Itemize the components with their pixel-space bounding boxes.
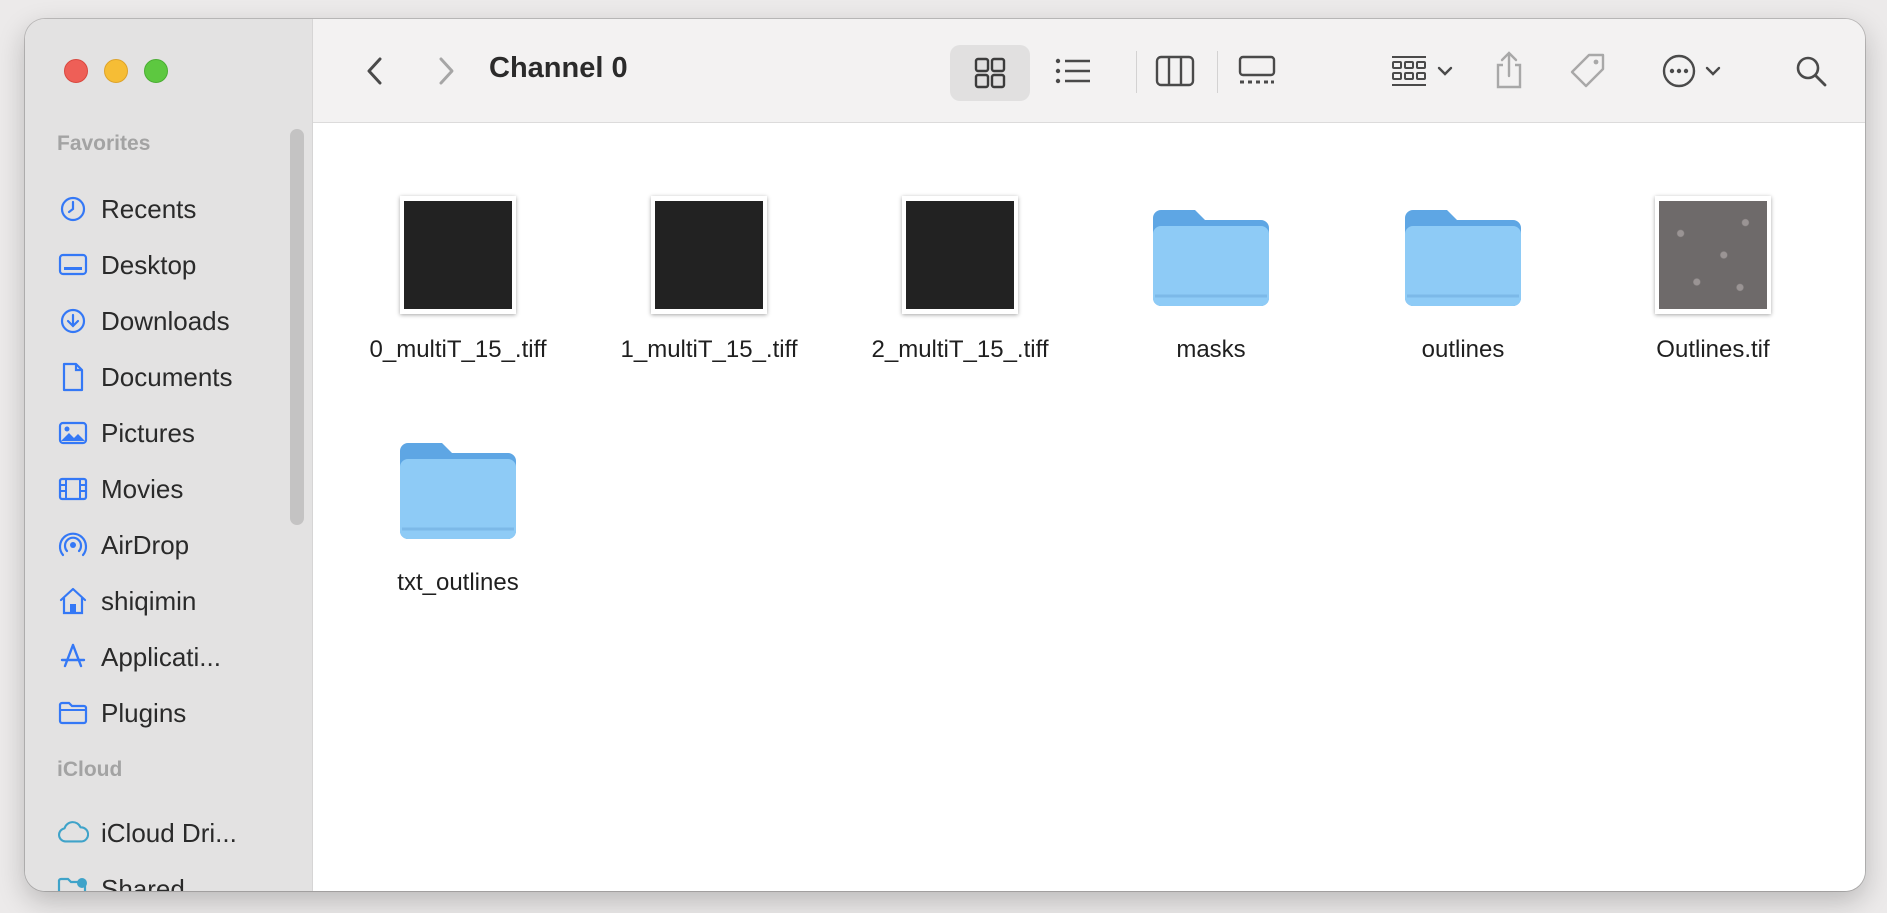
window-title: Channel 0 bbox=[489, 52, 628, 84]
sidebar-item-applications[interactable]: Applicati... bbox=[57, 635, 297, 679]
folder-icon bbox=[57, 697, 89, 729]
close-window-button[interactable] bbox=[64, 59, 88, 83]
sidebar-item-label: Recents bbox=[101, 193, 197, 224]
back-button[interactable] bbox=[355, 53, 395, 93]
image-thumbnail bbox=[400, 196, 516, 314]
image-thumbnail bbox=[1655, 196, 1771, 314]
sidebar-scrollbar[interactable] bbox=[290, 129, 304, 525]
file-item[interactable]: Outlines.tif bbox=[1593, 196, 1833, 366]
chevron-down-icon bbox=[1705, 64, 1721, 82]
image-thumbnail bbox=[902, 196, 1018, 314]
minimize-window-button[interactable] bbox=[104, 59, 128, 83]
sidebar-item-pictures[interactable]: Pictures bbox=[57, 411, 297, 455]
toolbar: Channel 0 bbox=[313, 19, 1865, 123]
file-grid: 0_multiT_15_.tiff 1_multiT_15_.tiff 2_mu… bbox=[313, 123, 1865, 891]
sidebar: Favorites Recents Desktop Downloads Docu… bbox=[25, 19, 313, 891]
grid-view-icon bbox=[970, 53, 1010, 93]
sidebar-item-documents[interactable]: Documents bbox=[57, 355, 297, 399]
sidebar-item-desktop[interactable]: Desktop bbox=[57, 243, 297, 287]
folder-item[interactable]: masks bbox=[1091, 196, 1331, 366]
sidebar-item-shared[interactable]: Shared bbox=[57, 867, 297, 891]
sidebar-item-airdrop[interactable]: AirDrop bbox=[57, 523, 297, 567]
file-name: 1_multiT_15_.tiff bbox=[620, 336, 798, 363]
search-icon bbox=[1794, 54, 1828, 93]
share-icon bbox=[1493, 50, 1525, 95]
tag-icon bbox=[1569, 52, 1607, 95]
sidebar-item-label: Documents bbox=[101, 361, 233, 392]
group-grid-icon bbox=[1389, 54, 1429, 93]
file-name: 2_multiT_15_.tiff bbox=[871, 336, 1049, 363]
applications-icon bbox=[57, 641, 89, 673]
more-actions-button[interactable] bbox=[1653, 53, 1729, 93]
file-name: outlines bbox=[1421, 336, 1505, 363]
folder-icon bbox=[1151, 198, 1271, 310]
search-button[interactable] bbox=[1791, 53, 1831, 93]
column-view-button[interactable] bbox=[1153, 53, 1197, 93]
columns-icon bbox=[1155, 55, 1195, 92]
sidebar-item-label: Pictures bbox=[101, 417, 195, 448]
sidebar-item-plugins[interactable]: Plugins bbox=[57, 691, 297, 735]
gallery-view-button[interactable] bbox=[1235, 53, 1279, 93]
file-item[interactable]: 2_multiT_15_.tiff bbox=[840, 196, 1080, 366]
tag-button[interactable] bbox=[1566, 51, 1610, 95]
toolbar-divider bbox=[1136, 51, 1137, 93]
chevron-right-icon bbox=[437, 56, 455, 91]
document-icon bbox=[57, 361, 89, 393]
sidebar-item-recents[interactable]: Recents bbox=[57, 187, 297, 231]
desktop-icon bbox=[57, 249, 89, 281]
file-item[interactable]: 1_multiT_15_.tiff bbox=[589, 196, 829, 366]
favorites-section-label: Favorites bbox=[57, 132, 151, 155]
folder-icon bbox=[1403, 198, 1523, 310]
gallery-icon bbox=[1237, 55, 1277, 92]
file-name: masks bbox=[1176, 336, 1246, 363]
toolbar-divider bbox=[1217, 51, 1218, 93]
folder-item[interactable]: txt_outlines bbox=[338, 429, 578, 599]
sidebar-item-label: shiqimin bbox=[101, 585, 197, 616]
folder-icon bbox=[398, 431, 518, 543]
file-name: 0_multiT_15_.tiff bbox=[369, 336, 547, 363]
photo-icon bbox=[57, 417, 89, 449]
file-name: txt_outlines bbox=[397, 569, 519, 596]
ellipsis-circle-icon bbox=[1661, 53, 1697, 94]
sidebar-item-downloads[interactable]: Downloads bbox=[57, 299, 297, 343]
file-item[interactable]: 0_multiT_15_.tiff bbox=[338, 196, 578, 366]
sidebar-item-label: Movies bbox=[101, 473, 184, 504]
home-icon bbox=[57, 585, 89, 617]
group-by-button[interactable] bbox=[1381, 53, 1461, 93]
file-name: Outlines.tif bbox=[1656, 336, 1770, 363]
sidebar-item-label: Shared bbox=[101, 873, 185, 892]
sidebar-item-label: iCloud Dri... bbox=[101, 817, 237, 848]
airdrop-icon bbox=[57, 529, 89, 561]
share-button[interactable] bbox=[1489, 49, 1529, 95]
sidebar-item-label: Applicati... bbox=[101, 641, 221, 672]
chevron-down-icon bbox=[1437, 64, 1453, 82]
finder-window: Favorites Recents Desktop Downloads Docu… bbox=[25, 19, 1865, 891]
icloud-section-label: iCloud bbox=[57, 758, 123, 781]
sidebar-item-label: Desktop bbox=[101, 249, 197, 280]
cloud-icon bbox=[57, 817, 89, 849]
clock-icon bbox=[57, 193, 89, 225]
download-icon bbox=[57, 305, 89, 337]
chevron-left-icon bbox=[366, 56, 384, 91]
image-thumbnail bbox=[651, 196, 767, 314]
sidebar-item-home[interactable]: shiqimin bbox=[57, 579, 297, 623]
list-view-button[interactable] bbox=[1053, 53, 1093, 93]
sidebar-item-label: AirDrop bbox=[101, 529, 190, 560]
zoom-window-button[interactable] bbox=[144, 59, 168, 83]
forward-button[interactable] bbox=[426, 53, 466, 93]
sidebar-item-label: Downloads bbox=[101, 305, 230, 336]
sidebar-item-label: Plugins bbox=[101, 697, 187, 728]
list-icon bbox=[1054, 56, 1092, 91]
sidebar-item-movies[interactable]: Movies bbox=[57, 467, 297, 511]
film-icon bbox=[57, 473, 89, 505]
shared-folder-icon bbox=[57, 873, 89, 891]
sidebar-item-icloud-drive[interactable]: iCloud Dri... bbox=[57, 811, 297, 855]
folder-item[interactable]: outlines bbox=[1343, 196, 1583, 366]
